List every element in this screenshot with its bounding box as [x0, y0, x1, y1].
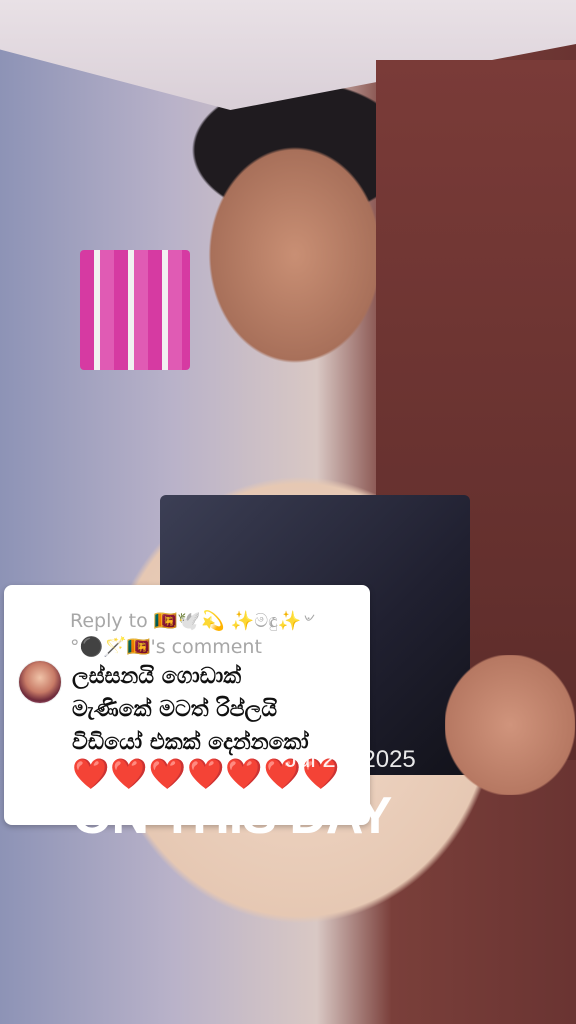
video-hand: [445, 655, 575, 795]
video-curtain: [80, 250, 190, 370]
reply-to-label: Reply to 🇱🇰🕊️💫 ✨️මඳු✨️৺: [70, 610, 314, 632]
on-this-day-title: ON THIS DAY: [72, 787, 392, 845]
comment-text: ලස්සනයි ගොඩාක් මැණිකේ මටත් රිප්ලයි විඩිය…: [72, 664, 309, 755]
commenter-avatar[interactable]: [18, 660, 62, 704]
reply-to-username: °⚫️🪄🇱🇰's comment: [70, 636, 262, 658]
memory-date: Jul 26, 2025: [285, 746, 416, 773]
